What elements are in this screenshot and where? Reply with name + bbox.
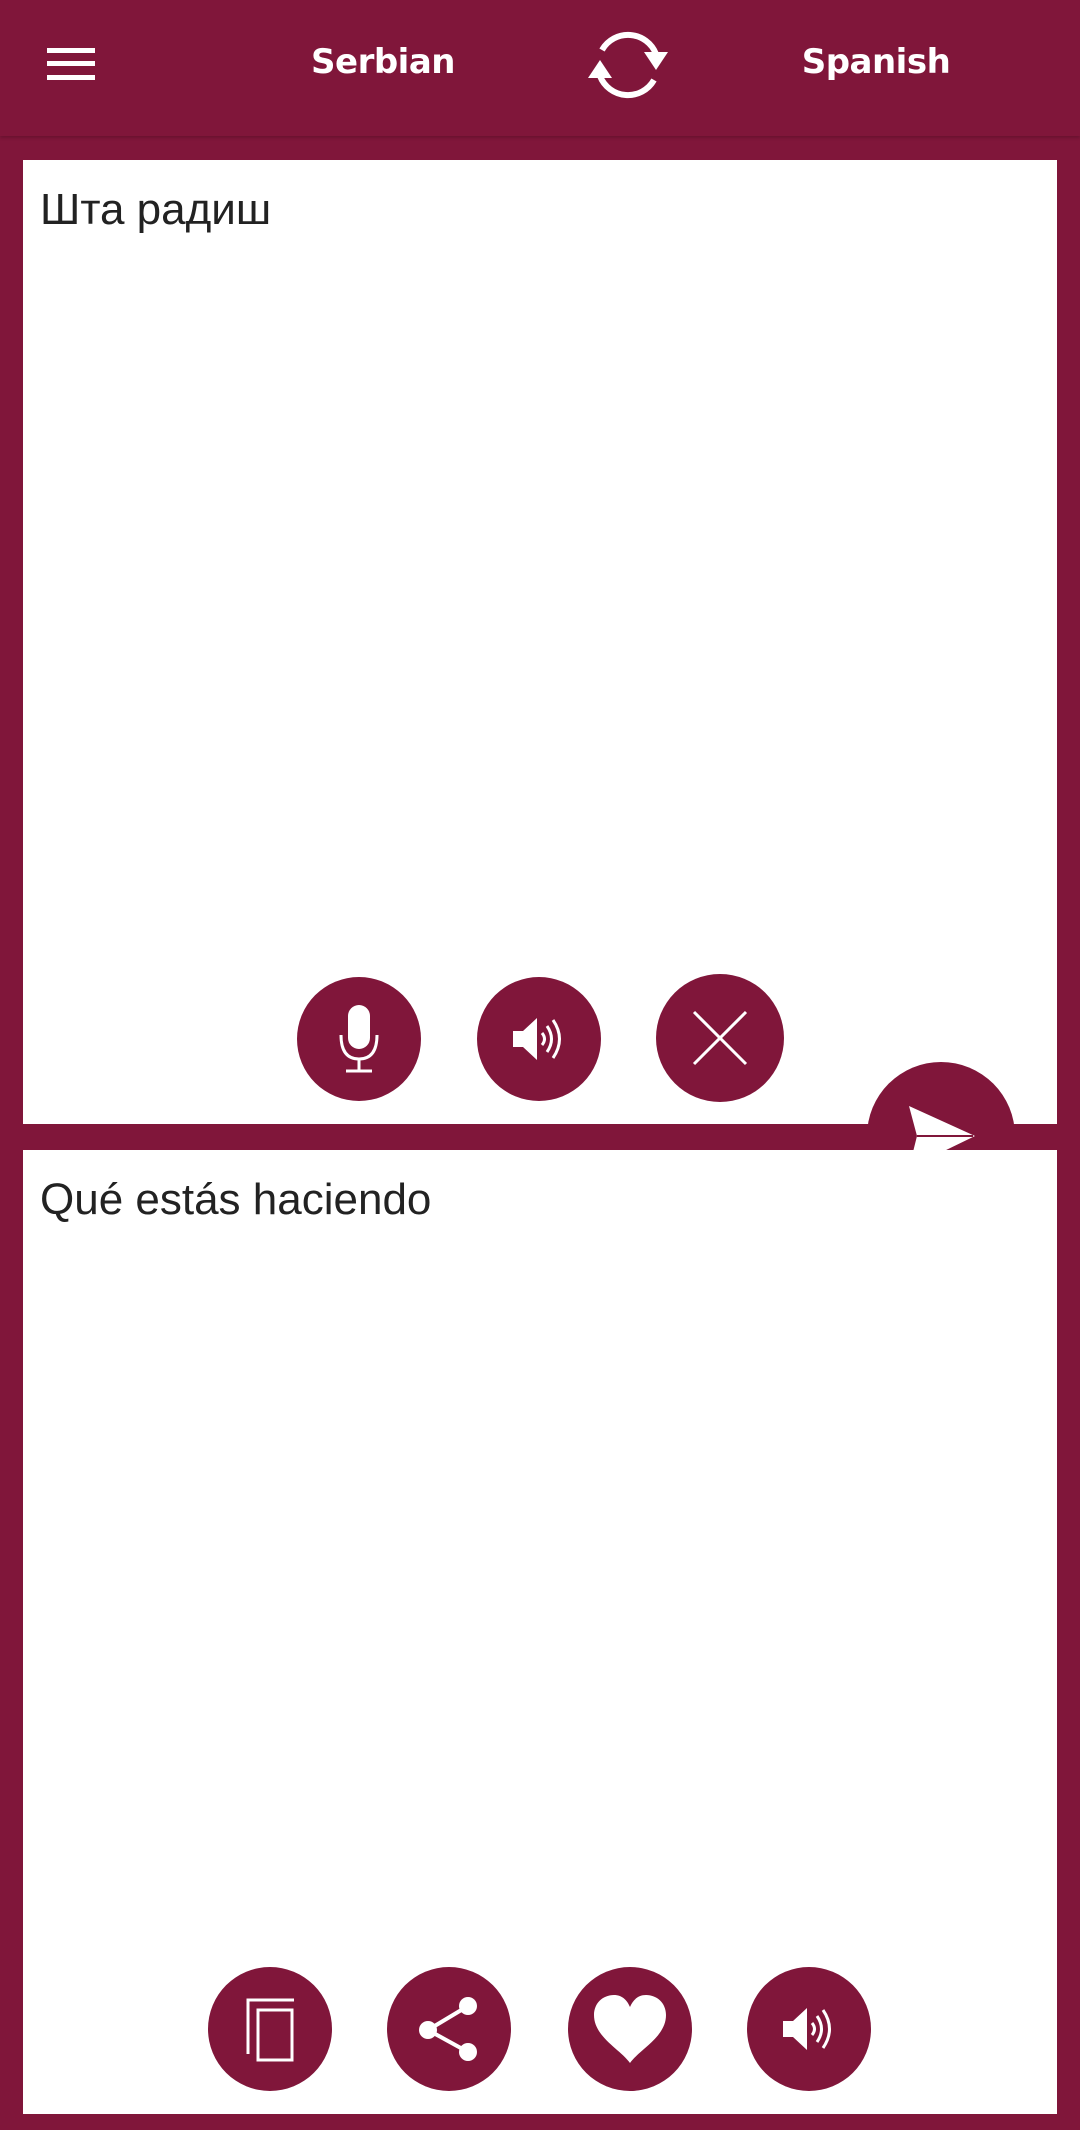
- speak-translation-button[interactable]: [747, 1967, 871, 2091]
- heart-icon: [594, 1995, 666, 2063]
- copy-button[interactable]: [208, 1967, 332, 2091]
- speak-source-button[interactable]: [477, 977, 601, 1101]
- share-button[interactable]: [387, 1967, 511, 2091]
- target-language-selector[interactable]: Spanish: [776, 42, 976, 82]
- translated-text-panel: Qué estás haciendo: [23, 1150, 1057, 2114]
- hamburger-menu-icon-line: [47, 75, 95, 80]
- swap-languages-button[interactable]: [582, 20, 674, 110]
- swap-languages-icon: [588, 31, 668, 99]
- source-text-input[interactable]: Шта радиш: [40, 184, 1037, 237]
- source-language-selector[interactable]: Serbian: [283, 42, 483, 82]
- microphone-icon: [339, 1005, 379, 1073]
- microphone-button[interactable]: [297, 977, 421, 1101]
- hamburger-menu-icon-line: [47, 61, 95, 66]
- speaker-icon: [513, 1018, 561, 1060]
- copy-icon: [246, 1998, 294, 2062]
- app-header: Serbian Spanish: [0, 0, 1080, 136]
- source-text-panel[interactable]: Шта радиш: [23, 160, 1057, 1124]
- close-icon: [692, 1010, 748, 1066]
- translated-text: Qué estás haciendo: [40, 1175, 432, 1224]
- favorite-button[interactable]: [568, 1967, 692, 2091]
- clear-button[interactable]: [656, 974, 784, 1102]
- menu-button[interactable]: [36, 34, 106, 94]
- speaker-icon: [783, 2008, 831, 2050]
- share-icon: [419, 1997, 477, 2061]
- hamburger-menu-icon: [47, 48, 95, 53]
